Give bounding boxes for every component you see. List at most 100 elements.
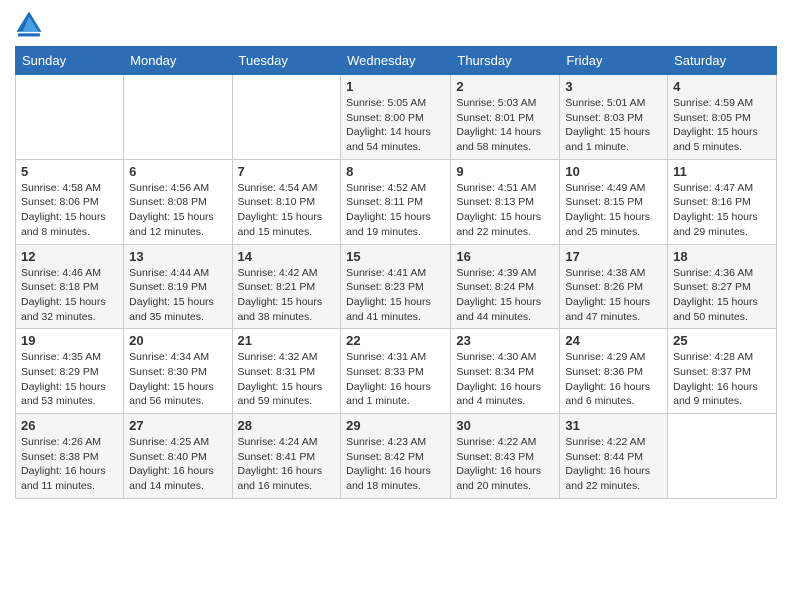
day-number: 2 xyxy=(456,79,554,94)
calendar-week-row: 26 Sunrise: 4:26 AM Sunset: 8:38 PM Dayli… xyxy=(16,414,777,499)
calendar-cell: 8 Sunrise: 4:52 AM Sunset: 8:11 PM Daylig… xyxy=(341,159,451,244)
logo xyxy=(15,10,47,38)
calendar-cell: 28Sunrise: 4:24 AM Sunset: 8:41 PM Dayli… xyxy=(232,414,341,499)
day-info: Sunrise: 4:47 AM Sunset: 8:16 PM Dayligh… xyxy=(673,181,771,240)
day-number: 19 xyxy=(21,333,118,348)
day-info: Sunrise: 4:22 AM Sunset: 8:43 PM Dayligh… xyxy=(456,435,554,494)
calendar-cell: 5 Sunrise: 4:58 AM Sunset: 8:06 PM Daylig… xyxy=(16,159,124,244)
calendar-cell: 1 Sunrise: 5:05 AM Sunset: 8:00 PM Daylig… xyxy=(341,75,451,160)
calendar-cell: 15 Sunrise: 4:41 AM Sunset: 8:23 PM Dayli… xyxy=(341,244,451,329)
calendar-week-row: 5 Sunrise: 4:58 AM Sunset: 8:06 PM Daylig… xyxy=(16,159,777,244)
day-info: Sunrise: 4:32 AM Sunset: 8:31 PM Dayligh… xyxy=(238,350,336,409)
day-number: 27 xyxy=(129,418,226,433)
calendar-cell: 3Sunrise: 5:01 AM Sunset: 8:03 PM Daylig… xyxy=(560,75,668,160)
calendar-cell: 27Sunrise: 4:25 AM Sunset: 8:40 PM Dayli… xyxy=(124,414,232,499)
day-info: Sunrise: 4:39 AM Sunset: 8:24 PM Dayligh… xyxy=(456,266,554,325)
day-number: 20 xyxy=(129,333,226,348)
calendar-cell: 23 Sunrise: 4:30 AM Sunset: 8:34 PM Dayli… xyxy=(451,329,560,414)
day-number: 26 xyxy=(21,418,118,433)
day-number: 10 xyxy=(565,164,662,179)
day-number: 29 xyxy=(346,418,445,433)
calendar-cell: 31Sunrise: 4:22 AM Sunset: 8:44 PM Dayli… xyxy=(560,414,668,499)
calendar-cell xyxy=(124,75,232,160)
day-info: Sunrise: 4:54 AM Sunset: 8:10 PM Dayligh… xyxy=(238,181,336,240)
day-info: Sunrise: 4:51 AM Sunset: 8:13 PM Dayligh… xyxy=(456,181,554,240)
calendar-cell: 6Sunrise: 4:56 AM Sunset: 8:08 PM Daylig… xyxy=(124,159,232,244)
weekday-header-thursday: Thursday xyxy=(451,47,560,75)
day-number: 18 xyxy=(673,249,771,264)
day-info: Sunrise: 4:58 AM Sunset: 8:06 PM Dayligh… xyxy=(21,181,118,240)
calendar-cell: 11 Sunrise: 4:47 AM Sunset: 8:16 PM Dayli… xyxy=(668,159,777,244)
calendar-cell: 17 Sunrise: 4:38 AM Sunset: 8:26 PM Dayli… xyxy=(560,244,668,329)
calendar-cell: 2 Sunrise: 5:03 AM Sunset: 8:01 PM Daylig… xyxy=(451,75,560,160)
weekday-header-saturday: Saturday xyxy=(668,47,777,75)
weekday-header-friday: Friday xyxy=(560,47,668,75)
day-number: 31 xyxy=(565,418,662,433)
day-number: 7 xyxy=(238,164,336,179)
day-info: Sunrise: 5:05 AM Sunset: 8:00 PM Dayligh… xyxy=(346,96,445,155)
weekday-header-row: SundayMondayTuesdayWednesdayThursdayFrid… xyxy=(16,47,777,75)
day-info: Sunrise: 4:52 AM Sunset: 8:11 PM Dayligh… xyxy=(346,181,445,240)
day-info: Sunrise: 5:03 AM Sunset: 8:01 PM Dayligh… xyxy=(456,96,554,155)
day-number: 16 xyxy=(456,249,554,264)
calendar-cell xyxy=(668,414,777,499)
day-number: 24 xyxy=(565,333,662,348)
day-number: 14 xyxy=(238,249,336,264)
calendar-cell: 14 Sunrise: 4:42 AM Sunset: 8:21 PM Dayli… xyxy=(232,244,341,329)
day-info: Sunrise: 4:23 AM Sunset: 8:42 PM Dayligh… xyxy=(346,435,445,494)
day-info: Sunrise: 4:41 AM Sunset: 8:23 PM Dayligh… xyxy=(346,266,445,325)
day-info: Sunrise: 4:42 AM Sunset: 8:21 PM Dayligh… xyxy=(238,266,336,325)
day-number: 12 xyxy=(21,249,118,264)
calendar-cell: 25Sunrise: 4:28 AM Sunset: 8:37 PM Dayli… xyxy=(668,329,777,414)
day-info: Sunrise: 4:35 AM Sunset: 8:29 PM Dayligh… xyxy=(21,350,118,409)
day-info: Sunrise: 5:01 AM Sunset: 8:03 PM Dayligh… xyxy=(565,96,662,155)
calendar-week-row: 1 Sunrise: 5:05 AM Sunset: 8:00 PM Daylig… xyxy=(16,75,777,160)
day-info: Sunrise: 4:26 AM Sunset: 8:38 PM Dayligh… xyxy=(21,435,118,494)
day-number: 1 xyxy=(346,79,445,94)
day-number: 23 xyxy=(456,333,554,348)
day-number: 25 xyxy=(673,333,771,348)
day-number: 13 xyxy=(129,249,226,264)
calendar-cell: 24 Sunrise: 4:29 AM Sunset: 8:36 PM Dayli… xyxy=(560,329,668,414)
calendar-cell: 26 Sunrise: 4:26 AM Sunset: 8:38 PM Dayli… xyxy=(16,414,124,499)
day-number: 30 xyxy=(456,418,554,433)
day-info: Sunrise: 4:59 AM Sunset: 8:05 PM Dayligh… xyxy=(673,96,771,155)
calendar-cell: 22Sunrise: 4:31 AM Sunset: 8:33 PM Dayli… xyxy=(341,329,451,414)
day-info: Sunrise: 4:29 AM Sunset: 8:36 PM Dayligh… xyxy=(565,350,662,409)
calendar-cell: 20 Sunrise: 4:34 AM Sunset: 8:30 PM Dayli… xyxy=(124,329,232,414)
calendar-cell: 9Sunrise: 4:51 AM Sunset: 8:13 PM Daylig… xyxy=(451,159,560,244)
logo-icon xyxy=(15,10,43,38)
day-info: Sunrise: 4:49 AM Sunset: 8:15 PM Dayligh… xyxy=(565,181,662,240)
calendar-week-row: 19 Sunrise: 4:35 AM Sunset: 8:29 PM Dayli… xyxy=(16,329,777,414)
weekday-header-sunday: Sunday xyxy=(16,47,124,75)
weekday-header-tuesday: Tuesday xyxy=(232,47,341,75)
calendar-cell: 13Sunrise: 4:44 AM Sunset: 8:19 PM Dayli… xyxy=(124,244,232,329)
calendar-cell xyxy=(16,75,124,160)
day-info: Sunrise: 4:38 AM Sunset: 8:26 PM Dayligh… xyxy=(565,266,662,325)
calendar-cell: 21Sunrise: 4:32 AM Sunset: 8:31 PM Dayli… xyxy=(232,329,341,414)
day-number: 8 xyxy=(346,164,445,179)
day-info: Sunrise: 4:34 AM Sunset: 8:30 PM Dayligh… xyxy=(129,350,226,409)
day-number: 17 xyxy=(565,249,662,264)
day-number: 28 xyxy=(238,418,336,433)
calendar-cell xyxy=(232,75,341,160)
weekday-header-monday: Monday xyxy=(124,47,232,75)
day-info: Sunrise: 4:36 AM Sunset: 8:27 PM Dayligh… xyxy=(673,266,771,325)
weekday-header-wednesday: Wednesday xyxy=(341,47,451,75)
calendar-cell: 19 Sunrise: 4:35 AM Sunset: 8:29 PM Dayli… xyxy=(16,329,124,414)
calendar-cell: 30 Sunrise: 4:22 AM Sunset: 8:43 PM Dayli… xyxy=(451,414,560,499)
page-header xyxy=(15,10,777,38)
day-info: Sunrise: 4:46 AM Sunset: 8:18 PM Dayligh… xyxy=(21,266,118,325)
day-number: 6 xyxy=(129,164,226,179)
day-number: 11 xyxy=(673,164,771,179)
day-info: Sunrise: 4:30 AM Sunset: 8:34 PM Dayligh… xyxy=(456,350,554,409)
day-info: Sunrise: 4:31 AM Sunset: 8:33 PM Dayligh… xyxy=(346,350,445,409)
calendar-cell: 7 Sunrise: 4:54 AM Sunset: 8:10 PM Daylig… xyxy=(232,159,341,244)
day-number: 5 xyxy=(21,164,118,179)
day-number: 4 xyxy=(673,79,771,94)
calendar-cell: 29 Sunrise: 4:23 AM Sunset: 8:42 PM Dayli… xyxy=(341,414,451,499)
calendar-cell: 18 Sunrise: 4:36 AM Sunset: 8:27 PM Dayli… xyxy=(668,244,777,329)
calendar-cell: 4 Sunrise: 4:59 AM Sunset: 8:05 PM Daylig… xyxy=(668,75,777,160)
day-number: 15 xyxy=(346,249,445,264)
calendar-week-row: 12 Sunrise: 4:46 AM Sunset: 8:18 PM Dayli… xyxy=(16,244,777,329)
